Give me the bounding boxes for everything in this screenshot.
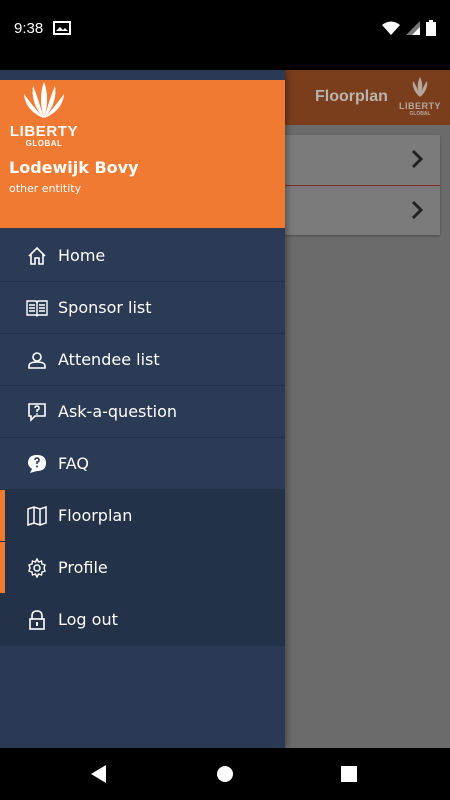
gear-icon — [26, 557, 48, 579]
menu-item-attendee-list[interactable]: Attendee list — [0, 334, 285, 386]
menu-item-faq[interactable]: FAQ — [0, 438, 285, 490]
back-icon[interactable] — [88, 763, 110, 785]
menu-item-profile[interactable]: Profile — [0, 542, 285, 594]
person-icon — [26, 349, 48, 371]
question-bubble-icon — [26, 401, 48, 423]
drawer-menu: Home Sponsor list Attendee list Ask-a-qu… — [0, 230, 285, 646]
status-time: 9:38 — [14, 19, 44, 37]
signal-icon — [406, 21, 420, 35]
recent-apps-icon[interactable] — [338, 763, 360, 785]
menu-label: Ask-a-question — [58, 402, 178, 421]
menu-item-sponsor-list[interactable]: Sponsor list — [0, 282, 285, 334]
home-circle-icon[interactable] — [214, 763, 236, 785]
home-icon — [26, 245, 48, 267]
menu-label: FAQ — [58, 454, 89, 473]
user-name: Lodewijk Bovy — [9, 158, 139, 177]
menu-item-floorplan[interactable]: Floorplan — [0, 490, 285, 542]
app-title: Floorplan — [315, 88, 388, 105]
book-icon — [26, 297, 48, 319]
liberty-logo-icon — [24, 82, 64, 118]
menu-label: Home — [58, 246, 106, 265]
toolbar-logo-sub: GLOBAL — [409, 111, 431, 117]
map-icon — [26, 505, 48, 527]
drawer-logo-brand: LIBERTY — [9, 123, 79, 140]
menu-item-ask-a-question[interactable]: Ask-a-question — [0, 386, 285, 438]
menu-item-home[interactable]: Home — [0, 230, 285, 282]
chevron-right-icon — [410, 149, 424, 173]
battery-icon — [426, 20, 436, 36]
drawer-logo-sub: GLOBAL — [25, 139, 63, 148]
menu-item-log-out[interactable]: Log out — [0, 594, 285, 646]
toolbar-logo-brand: LIBERTY — [398, 101, 441, 111]
toolbar-logo: LIBERTY GLOBAL — [396, 75, 444, 123]
faq-icon — [26, 453, 48, 475]
menu-label: Log out — [58, 610, 118, 629]
system-nav-bar — [0, 748, 450, 800]
liberty-logo-icon — [412, 77, 428, 97]
user-organization: other entitity — [9, 182, 82, 195]
chevron-right-icon — [410, 200, 424, 224]
menu-label: Attendee list — [58, 350, 160, 369]
status-bar: 9:38 — [0, 0, 450, 56]
lock-icon — [26, 609, 48, 631]
menu-label: Sponsor list — [58, 298, 152, 317]
drawer-header: LIBERTY GLOBAL Lodewijk Bovy other entit… — [0, 80, 285, 228]
navigation-drawer: LIBERTY GLOBAL Lodewijk Bovy other entit… — [0, 70, 285, 748]
notification-mail-icon — [53, 21, 72, 35]
menu-label: Profile — [58, 558, 108, 577]
drawer-logo: LIBERTY GLOBAL — [8, 80, 80, 149]
wifi-icon — [382, 21, 400, 35]
menu-label: Floorplan — [58, 506, 133, 525]
